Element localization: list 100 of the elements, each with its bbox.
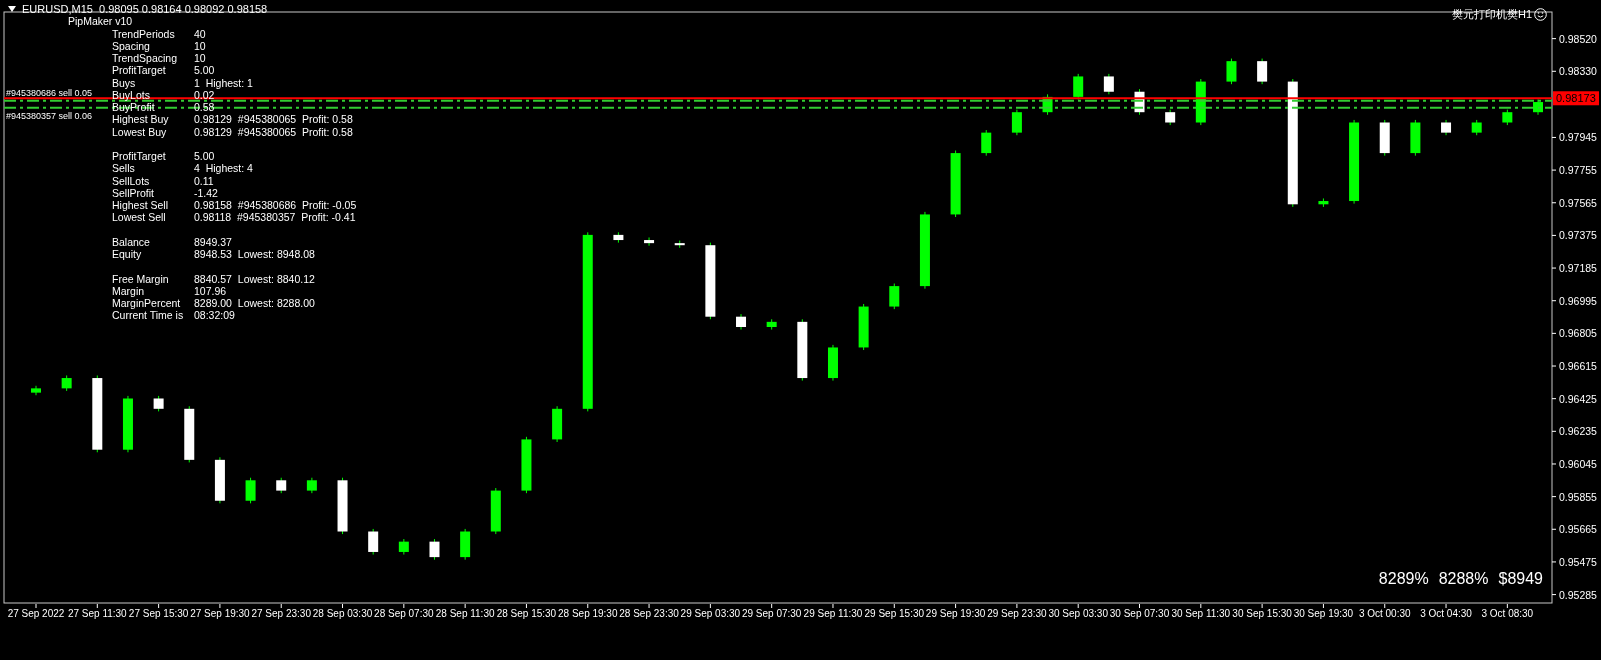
price-label: 0.97755 bbox=[1559, 164, 1597, 177]
candle bbox=[1103, 73, 1114, 95]
price-label: 0.95285 bbox=[1559, 588, 1597, 601]
time-label: 28 Sep 19:30 bbox=[558, 608, 618, 619]
candle bbox=[1502, 109, 1513, 126]
price-label: 0.96615 bbox=[1559, 360, 1597, 372]
candle bbox=[214, 456, 225, 504]
candle bbox=[981, 129, 992, 157]
summary-value: 8288% bbox=[1438, 570, 1489, 588]
symbol-quote: EURUSD,M15 0.98095 0.98164 0.98092 0.98158 bbox=[22, 3, 268, 16]
candle bbox=[1011, 109, 1022, 136]
order-label: #945380357 sell 0.06 bbox=[6, 110, 93, 121]
stat-value: 4 Highest: 4 bbox=[194, 162, 253, 175]
stat-value: 5.00 bbox=[194, 150, 215, 163]
stat-label: Highest Sell bbox=[112, 199, 170, 212]
candle bbox=[153, 395, 164, 412]
candle bbox=[797, 318, 808, 382]
candle bbox=[337, 477, 348, 535]
time-label: 29 Sep 19:30 bbox=[925, 608, 986, 619]
stat-label: Balance bbox=[112, 235, 151, 248]
time-label: 27 Sep 19:30 bbox=[190, 608, 250, 619]
candle bbox=[490, 487, 501, 535]
price-label: 0.97375 bbox=[1559, 229, 1597, 242]
price-label: 0.97185 bbox=[1559, 262, 1597, 275]
price-label: 0.95855 bbox=[1559, 490, 1597, 503]
stat-value: -1.42 bbox=[194, 186, 218, 199]
time-label: 30 Sep 07:30 bbox=[1109, 608, 1170, 619]
price-label: 0.96045 bbox=[1559, 457, 1597, 470]
price-label: 0.96235 bbox=[1559, 425, 1597, 438]
candle bbox=[889, 283, 900, 310]
candle bbox=[1471, 119, 1482, 136]
candle bbox=[858, 303, 869, 351]
stat-value: 8948.53 Lowest: 8948.08 bbox=[194, 248, 315, 261]
time-label: 28 Sep 03:30 bbox=[312, 608, 373, 619]
candle bbox=[1318, 197, 1329, 208]
stat-value: 10 bbox=[194, 52, 206, 65]
price-tag: 0.98173 bbox=[1553, 91, 1599, 106]
price-label: 0.97565 bbox=[1559, 196, 1597, 209]
price-label: 0.98330 bbox=[1559, 65, 1597, 78]
candle bbox=[122, 395, 133, 453]
summary-value: $8949 bbox=[1498, 570, 1543, 588]
stat-value: 0.98129 #945380065 Profit: 0.58 bbox=[194, 125, 353, 138]
price-label: 0.96805 bbox=[1559, 327, 1597, 340]
price-label: 0.96425 bbox=[1559, 392, 1597, 405]
time-label: 30 Sep 19:30 bbox=[1293, 608, 1354, 619]
candle bbox=[644, 236, 655, 247]
summary-value: 8289% bbox=[1378, 570, 1429, 588]
caret-icon[interactable] bbox=[8, 6, 16, 13]
time-label: 29 Sep 03:30 bbox=[680, 608, 741, 619]
stat-label: SellLots bbox=[112, 174, 151, 187]
time-label: 28 Sep 11:30 bbox=[435, 608, 495, 619]
candle bbox=[1379, 119, 1390, 157]
stat-value: 107.96 bbox=[194, 284, 227, 297]
candle bbox=[1073, 73, 1084, 100]
candle bbox=[1257, 58, 1268, 85]
candle bbox=[521, 436, 532, 494]
candle bbox=[306, 477, 317, 494]
time-label: 29 Sep 07:30 bbox=[741, 608, 802, 619]
stat-label: Sells bbox=[112, 162, 136, 175]
stat-value: 40 bbox=[194, 27, 206, 40]
time-label: 28 Sep 23:30 bbox=[619, 608, 679, 619]
stat-label: TrendSpacing bbox=[112, 52, 178, 65]
time-label: 27 Sep 23:30 bbox=[251, 608, 311, 619]
stat-label: ProfitTarget bbox=[112, 150, 167, 163]
time-label: 27 Sep 11:30 bbox=[67, 608, 127, 619]
stat-value: 08:32:09 bbox=[194, 309, 235, 322]
candle bbox=[276, 477, 287, 494]
stat-label: Lowest Buy bbox=[112, 125, 168, 138]
time-label: 27 Sep 15:30 bbox=[128, 608, 189, 619]
candle bbox=[398, 538, 409, 556]
stat-label: Free Margin bbox=[112, 272, 170, 285]
stat-value: 5.00 bbox=[194, 64, 215, 77]
candle bbox=[1441, 119, 1452, 136]
candle bbox=[828, 344, 838, 382]
stat-label: Spacing bbox=[112, 39, 151, 52]
candle bbox=[368, 528, 379, 556]
order-label: #945380686 sell 0.05 bbox=[6, 87, 93, 98]
candle bbox=[429, 538, 440, 561]
price-label: 0.96995 bbox=[1559, 294, 1597, 307]
candle bbox=[31, 385, 41, 396]
stat-label: SellProfit bbox=[112, 186, 155, 199]
time-label: 28 Sep 07:30 bbox=[374, 608, 434, 619]
candle bbox=[552, 405, 563, 443]
price-label: 0.97945 bbox=[1559, 131, 1597, 144]
candle bbox=[1042, 93, 1053, 116]
price-label: 0.98520 bbox=[1559, 32, 1597, 45]
indicator-title: PipMaker v10 bbox=[68, 15, 134, 28]
candle bbox=[1410, 119, 1421, 157]
stat-value: 10 bbox=[194, 39, 206, 52]
price-label: 0.95665 bbox=[1559, 523, 1597, 536]
candle bbox=[61, 374, 72, 392]
time-label: 30 Sep 03:30 bbox=[1048, 608, 1108, 619]
stat-value: 0.98158 #945380686 Profit: -0.05 bbox=[194, 199, 357, 212]
stat-label: Margin bbox=[112, 284, 145, 297]
stat-value: 0.98118 #945380357 Profit: -0.41 bbox=[194, 211, 356, 224]
time-label: 3 Oct 00:30 bbox=[1358, 608, 1411, 619]
stat-value: 1 Highest: 1 bbox=[194, 76, 253, 89]
time-label: 29 Sep 11:30 bbox=[803, 608, 863, 619]
stat-label: Equity bbox=[112, 248, 143, 261]
stat-value: 0.98129 #945380065 Profit: 0.58 bbox=[194, 113, 353, 126]
